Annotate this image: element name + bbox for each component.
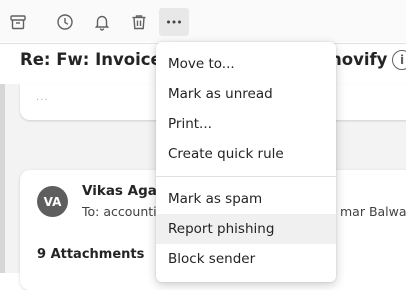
menu-item-move-to[interactable]: Move to... (156, 49, 336, 79)
trash-icon[interactable] (125, 8, 153, 36)
menu-item-create-quick-rule[interactable]: Create quick rule (156, 139, 336, 169)
attachments-count[interactable]: 9 Attachments (37, 247, 144, 262)
previous-message-ellipsis: ... (36, 92, 49, 103)
recipients-line-tail: mar Balwani (340, 204, 406, 219)
clock-icon[interactable] (51, 8, 79, 36)
recipients-line: To: accountin (82, 204, 165, 219)
menu-item-mark-as-unread[interactable]: Mark as unread (156, 79, 336, 109)
menu-item-block-sender[interactable]: Block sender (156, 244, 336, 274)
bell-icon[interactable] (88, 8, 116, 36)
menu-item-mark-as-spam[interactable]: Mark as spam (156, 184, 336, 214)
message-subject: Re: Fw: Invoice (20, 50, 162, 69)
menu-item-report-phishing[interactable]: Report phishing (156, 214, 336, 244)
menu-item-print[interactable]: Print... (156, 109, 336, 139)
info-icon[interactable]: i (392, 50, 406, 70)
more-actions-menu: Move to... Mark as unread Print... Creat… (156, 42, 336, 282)
message-subject-tail: novify (330, 50, 388, 69)
archive-icon[interactable] (4, 8, 32, 36)
avatar[interactable]: VA (37, 186, 68, 217)
toolbar (0, 0, 406, 42)
menu-separator (156, 176, 336, 177)
more-icon[interactable] (159, 8, 189, 36)
left-rail (0, 84, 5, 273)
